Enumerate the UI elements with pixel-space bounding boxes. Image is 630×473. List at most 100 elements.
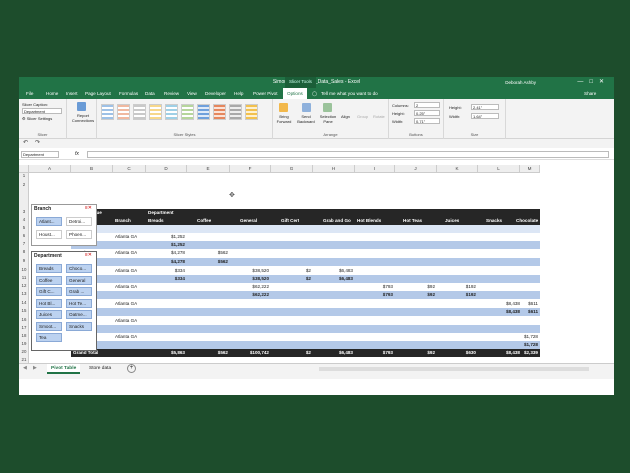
row-header-18[interactable]: 18 bbox=[19, 333, 29, 338]
undo-icon[interactable]: ↶ bbox=[23, 139, 28, 146]
tab-review[interactable]: Review bbox=[164, 91, 179, 96]
column-header-d[interactable]: D bbox=[146, 165, 187, 173]
tab-formulas[interactable]: Formulas bbox=[119, 91, 138, 96]
slicer-style-2[interactable] bbox=[117, 104, 130, 120]
size-width-input[interactable]: 1.64" bbox=[471, 113, 499, 119]
name-box[interactable]: Department bbox=[21, 151, 59, 158]
slicer-item-tea[interactable]: Tea bbox=[36, 333, 62, 342]
row-header-12[interactable]: 12 bbox=[19, 283, 29, 288]
slicer-item-smoot[interactable]: Smoot... bbox=[36, 321, 62, 331]
row-header-14[interactable]: 14 bbox=[19, 300, 29, 305]
clear-filter-icon[interactable]: ≡✕ bbox=[85, 205, 92, 211]
rotate-button[interactable]: Rotate bbox=[373, 114, 385, 119]
column-header-c[interactable]: C bbox=[113, 165, 146, 173]
slicer-style-9[interactable] bbox=[229, 104, 242, 120]
slicer-item-phoenix[interactable]: Phoen... bbox=[66, 230, 92, 239]
column-header-e[interactable]: E bbox=[187, 165, 230, 173]
column-header-b[interactable]: B bbox=[71, 165, 113, 173]
slicer-item-oatme[interactable]: Oatme... bbox=[66, 310, 92, 319]
row-header-11[interactable]: 11 bbox=[19, 275, 29, 280]
column-header-f[interactable]: F bbox=[230, 165, 271, 173]
formula-input[interactable] bbox=[87, 151, 609, 158]
column-header-m[interactable]: M bbox=[520, 165, 540, 173]
row-header-21[interactable]: 21 bbox=[19, 357, 29, 362]
row-header-2[interactable]: 2 bbox=[19, 182, 29, 187]
clear-filter-icon[interactable]: ≡✕ bbox=[85, 252, 92, 258]
slicer-item-hotte[interactable]: Hot Te... bbox=[66, 298, 92, 308]
slicer-style-4[interactable] bbox=[149, 104, 162, 120]
sheet-tab-store-data[interactable]: Store data bbox=[85, 364, 115, 374]
align-button[interactable]: Align bbox=[341, 114, 350, 119]
column-header-i[interactable]: I bbox=[355, 165, 395, 173]
tab-help[interactable]: Help bbox=[234, 91, 243, 96]
slicer-caption-input[interactable]: Department bbox=[22, 108, 62, 114]
column-header-g[interactable]: G bbox=[271, 165, 313, 173]
select-all-corner[interactable] bbox=[19, 165, 29, 173]
selection-pane-button[interactable]: Selection Pane bbox=[317, 114, 339, 124]
slicer-style-7[interactable] bbox=[197, 104, 210, 120]
send-backward-button[interactable]: Send Backward bbox=[295, 114, 317, 124]
row-header-16[interactable]: 16 bbox=[19, 317, 29, 322]
row-header-1[interactable]: 1 bbox=[19, 173, 29, 178]
department-slicer[interactable]: Department ≡✕ Breads Choco... Coffee Genera… bbox=[31, 251, 97, 351]
row-header-5[interactable]: 5 bbox=[19, 225, 29, 230]
slicer-item-hotbl[interactable]: Hot Bl... bbox=[36, 298, 62, 308]
slicer-style-10[interactable] bbox=[245, 104, 258, 120]
row-header-17[interactable]: 17 bbox=[19, 325, 29, 330]
slicer-style-6[interactable] bbox=[181, 104, 194, 120]
share-button[interactable]: Share bbox=[584, 91, 596, 96]
tab-home[interactable]: Home bbox=[46, 91, 58, 96]
group-button[interactable]: Group bbox=[357, 114, 368, 119]
slicer-item-coffee[interactable]: Coffee bbox=[36, 275, 62, 285]
column-header-a[interactable]: A bbox=[29, 165, 71, 173]
fx-icon[interactable]: fx bbox=[75, 151, 79, 157]
row-header-19[interactable]: 19 bbox=[19, 341, 29, 346]
row-header-15[interactable]: 15 bbox=[19, 308, 29, 313]
user-name[interactable]: Deborah Ashby bbox=[505, 80, 536, 85]
redo-icon[interactable]: ↷ bbox=[35, 139, 40, 146]
size-height-input[interactable]: 2.41" bbox=[471, 104, 499, 110]
column-header-l[interactable]: L bbox=[478, 165, 520, 173]
column-header-j[interactable]: J bbox=[395, 165, 437, 173]
tab-view[interactable]: View bbox=[187, 91, 197, 96]
branch-slicer[interactable]: Branch ≡✕ Atlant... Detroi... Houst... P… bbox=[31, 204, 97, 246]
scroll-left-icon[interactable]: ◀ bbox=[23, 365, 27, 371]
scroll-right-icon[interactable]: ▶ bbox=[33, 365, 37, 371]
slicer-style-5[interactable] bbox=[165, 104, 178, 120]
sheet-tab-pivot-table[interactable]: Pivot Table bbox=[47, 364, 81, 374]
row-header-3[interactable]: 3 bbox=[19, 209, 29, 214]
row-header-10[interactable]: 10 bbox=[19, 267, 29, 272]
row-header-9[interactable]: 9 bbox=[19, 258, 29, 263]
slicer-item-houston[interactable]: Houst... bbox=[36, 230, 62, 239]
tab-options[interactable]: Options bbox=[283, 88, 307, 99]
slicer-item-grab[interactable]: Grab ... bbox=[66, 287, 92, 296]
columns-input[interactable]: 2 bbox=[414, 102, 440, 108]
slicer-item-snacks[interactable]: Snacks bbox=[66, 321, 92, 331]
row-header-13[interactable]: 13 bbox=[19, 291, 29, 296]
slicer-item-general[interactable]: General bbox=[66, 275, 92, 285]
column-header-h[interactable]: H bbox=[313, 165, 355, 173]
tab-page-layout[interactable]: Page Layout bbox=[85, 91, 111, 96]
bring-forward-button[interactable]: Bring Forward bbox=[273, 114, 295, 124]
row-header-6[interactable]: 6 bbox=[19, 233, 29, 238]
row-header-8[interactable]: 8 bbox=[19, 249, 29, 254]
report-connections-button[interactable]: Report Connections bbox=[69, 113, 97, 123]
horizontal-scrollbar[interactable] bbox=[319, 367, 589, 371]
tab-developer[interactable]: Developer bbox=[205, 91, 226, 96]
row-header-4[interactable]: 4 bbox=[19, 217, 29, 222]
worksheet-grid[interactable]: ABCDEFGHIJKLM 1 2 3 4 5 6 7 8 9 10 11 12 13 14 15 16 17 1… bbox=[19, 165, 614, 379]
slicer-item-juices[interactable]: Juices bbox=[36, 310, 62, 319]
column-header-k[interactable]: K bbox=[437, 165, 478, 173]
window-controls[interactable]: —□✕ bbox=[577, 78, 610, 85]
slicer-style-3[interactable] bbox=[133, 104, 146, 120]
slicer-item-detroit[interactable]: Detroi... bbox=[66, 217, 92, 226]
tab-data[interactable]: Data bbox=[145, 91, 155, 96]
slicer-style-1[interactable] bbox=[101, 104, 114, 120]
row-header-20[interactable]: 20 bbox=[19, 349, 29, 354]
tab-file[interactable]: File bbox=[26, 91, 33, 96]
button-height-input[interactable]: 0.25" bbox=[414, 110, 440, 116]
slicer-item-choco[interactable]: Choco... bbox=[66, 264, 92, 273]
slicer-style-8[interactable] bbox=[213, 104, 226, 120]
slicer-settings-button[interactable]: ⚙ Slicer Settings bbox=[22, 116, 52, 121]
row-header-7[interactable]: 7 bbox=[19, 241, 29, 246]
